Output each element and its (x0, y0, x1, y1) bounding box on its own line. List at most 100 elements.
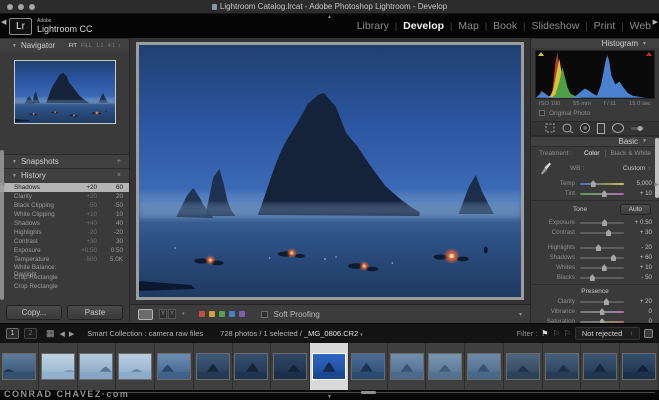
filmstrip-thumb[interactable] (543, 343, 582, 390)
basic-panel-header[interactable]: Basic ▼ (531, 136, 659, 146)
contrast-slider[interactable] (580, 232, 624, 234)
color-label-swatch[interactable] (209, 311, 215, 317)
slider-knob[interactable] (602, 264, 607, 271)
main-photo[interactable] (136, 42, 524, 300)
slider-knob[interactable] (606, 229, 611, 236)
filmstrip-thumb[interactable] (271, 343, 310, 390)
temp-slider[interactable] (580, 183, 624, 185)
navigator-header[interactable]: ▼ Navigator FITFILL1:14:1 ↕ (0, 38, 129, 52)
filmstrip-thumb[interactable] (581, 343, 620, 390)
clear-history-button[interactable]: × (117, 172, 121, 179)
filmstrip-thumb[interactable] (194, 343, 233, 390)
source-breadcrumb[interactable]: Smart Collection : camera raw files (87, 329, 203, 338)
collapse-filmstrip-icon[interactable]: ▼ (327, 394, 332, 400)
original-photo-checkbox[interactable] (539, 110, 545, 116)
shadow-clipping-icon[interactable] (538, 52, 544, 56)
history-item[interactable]: Crop Rectangle (0, 273, 129, 282)
go-back-icon[interactable]: ◀ (60, 330, 65, 338)
grid-view-icon[interactable]: ▦ (46, 328, 55, 339)
slider-knob[interactable] (602, 190, 607, 197)
filmstrip-scroll-right-icon[interactable]: ▶ (653, 18, 658, 26)
clarity-slider[interactable] (580, 301, 624, 303)
slider-knob[interactable] (596, 244, 601, 251)
auto-tone-button[interactable]: Auto (620, 204, 651, 215)
zoom-mode-fit[interactable]: FIT (69, 43, 77, 49)
zoom-mode-4:1[interactable]: 4:1 (108, 43, 116, 49)
filter-preset-select[interactable]: Not rejected ↕ (575, 327, 640, 340)
slider-value[interactable]: + 10 (624, 264, 652, 271)
filmstrip-thumb[interactable] (39, 343, 78, 390)
filter-toggle-icon[interactable] (644, 329, 653, 338)
second-window-button[interactable]: 2 (24, 328, 37, 339)
slider-value[interactable]: + 30 (624, 229, 652, 236)
history-item[interactable]: Contrast+3030 (0, 237, 129, 246)
filmstrip-thumb[interactable] (155, 343, 194, 390)
filmstrip-scroll-left-icon[interactable]: ◀ (1, 18, 6, 26)
history-item[interactable]: Highlights-20-20 (0, 228, 129, 237)
history-item[interactable]: Crop Rectangle (0, 282, 129, 291)
crop-tool-icon[interactable] (544, 122, 556, 134)
collapse-right-panel-icon[interactable]: ▶ (654, 181, 659, 188)
filmstrip-thumb[interactable] (116, 343, 155, 390)
filmstrip-thumb[interactable] (233, 343, 272, 390)
copy-button[interactable]: Copy... (6, 305, 62, 320)
vibrance-slider[interactable] (580, 311, 624, 313)
slider-value[interactable]: - 50 (624, 274, 652, 281)
paste-button[interactable]: Paste (67, 305, 123, 320)
module-book[interactable]: Book (493, 20, 517, 32)
zoom-ratio-selector-icon[interactable]: ↕ (118, 43, 121, 49)
loupe-view-icon[interactable] (138, 309, 153, 320)
module-map[interactable]: Map (458, 20, 478, 32)
add-snapshot-button[interactable]: + (117, 158, 121, 165)
history-item[interactable]: White Balance: Daylight (0, 264, 129, 273)
slider-value[interactable]: 0 (624, 308, 652, 315)
filmstrip-thumb[interactable] (426, 343, 465, 390)
slider-knob[interactable] (604, 298, 609, 305)
navigator-preview[interactable] (14, 60, 116, 124)
radial-filter-tool-icon[interactable] (611, 122, 625, 134)
zoom-mode-1:1[interactable]: 1:1 (96, 43, 104, 49)
chevron-updown-icon[interactable]: ↕ (648, 166, 651, 172)
history-item[interactable]: Temperature-5005.0K (0, 255, 129, 264)
filmstrip-thumb[interactable] (620, 343, 659, 390)
main-window-button[interactable]: 1 (6, 328, 19, 339)
wb-preset-select[interactable]: Custom (623, 165, 645, 172)
tint-slider[interactable] (580, 193, 624, 195)
module-print[interactable]: Print (594, 20, 616, 32)
history-item[interactable]: Exposure+0.500.50 (0, 246, 129, 255)
module-slideshow[interactable]: Slideshow (531, 20, 579, 32)
slider-value[interactable]: + 20 (624, 298, 652, 305)
exposure-slider[interactable] (580, 222, 624, 224)
right-panel-scrollbar[interactable] (655, 138, 659, 198)
toolbar-options-icon[interactable]: ▾ (519, 311, 522, 318)
filmstrip-thumb[interactable] (388, 343, 427, 390)
treatment-color-option[interactable]: Color (584, 150, 600, 157)
adjustment-brush-tool-icon[interactable] (630, 122, 646, 134)
highlight-clipping-icon[interactable] (646, 52, 652, 56)
whites-slider[interactable] (580, 267, 624, 269)
slider-knob[interactable] (590, 274, 595, 281)
shadows-slider[interactable] (580, 257, 624, 259)
slider-knob[interactable] (602, 219, 607, 226)
flagged-filter-icon[interactable]: ⚑ (541, 329, 548, 338)
snapshots-header[interactable]: ▼ Snapshots + (0, 154, 129, 168)
slider-value[interactable]: + 60 (624, 254, 652, 261)
histogram-header[interactable]: Histogram ▼ (531, 38, 659, 48)
module-develop[interactable]: Develop (403, 20, 444, 32)
slider-knob[interactable] (600, 308, 605, 315)
history-item[interactable]: Shadows+4040 (0, 219, 129, 228)
go-forward-icon[interactable]: ▶ (69, 330, 74, 338)
slider-knob[interactable] (591, 180, 596, 187)
color-label-swatch[interactable] (199, 311, 205, 317)
chevron-down-icon[interactable]: ▾ (182, 311, 185, 317)
zoom-mode-fill[interactable]: FILL (81, 43, 92, 49)
filmstrip-scrollbar-handle[interactable] (361, 391, 376, 394)
color-label-swatch[interactable] (229, 311, 235, 317)
slider-value[interactable]: + 10 (624, 190, 652, 197)
filmstrip-thumb[interactable] (349, 343, 388, 390)
slider-value[interactable]: - 20 (624, 244, 652, 251)
slider-value[interactable]: + 0.50 (624, 219, 652, 226)
color-label-swatch[interactable] (219, 311, 225, 317)
slider-value[interactable]: 5,000 (624, 180, 652, 187)
blacks-slider[interactable] (580, 277, 624, 279)
